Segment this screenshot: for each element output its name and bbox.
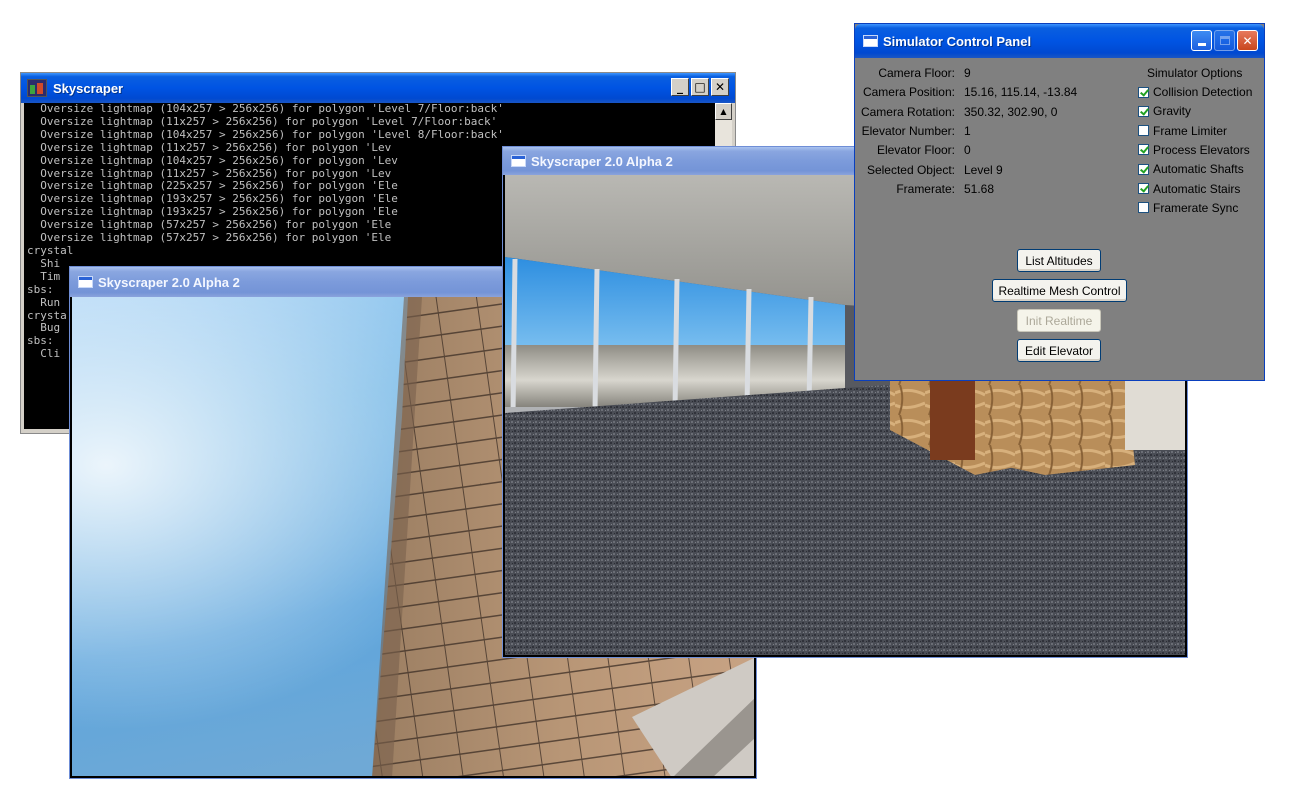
checkbox[interactable] xyxy=(1138,86,1149,98)
option-label: Frame Limiter xyxy=(1153,123,1228,138)
option-automatic-stairs[interactable]: Automatic Stairs xyxy=(1138,181,1240,197)
console-maximize-button[interactable]: □ xyxy=(691,78,709,96)
info-row: Camera Position: 15.16, 115.14, -13.84 xyxy=(855,85,1077,100)
window-icon xyxy=(78,276,93,288)
edit-elevator-button[interactable]: Edit Elevator xyxy=(1017,339,1101,362)
info-label: Elevator Number: xyxy=(861,123,955,138)
option-label: Automatic Stairs xyxy=(1153,181,1241,196)
info-value: 51.68 xyxy=(964,181,995,196)
option-label: Process Elevators xyxy=(1153,142,1250,157)
console-line: Oversize lightmap (104x257 > 256x256) fo… xyxy=(27,103,504,115)
info-row: Selected Object: Level 9 xyxy=(855,163,1003,178)
maximize-icon xyxy=(1219,36,1230,45)
simulator-control-panel[interactable]: Simulator Control Panel ✕ Camera Floor: 9… xyxy=(854,23,1265,381)
option-label: Framerate Sync xyxy=(1153,200,1239,215)
option-frame-limiter[interactable]: Frame Limiter xyxy=(1138,123,1227,139)
control-panel-titlebar[interactable]: Simulator Control Panel ✕ xyxy=(855,24,1264,58)
console-app-icon xyxy=(27,79,47,97)
checkbox[interactable] xyxy=(1138,163,1149,175)
option-gravity[interactable]: Gravity xyxy=(1138,103,1191,119)
option-collision-detection[interactable]: Collision Detection xyxy=(1138,84,1252,100)
render-window-2-title: Skyscraper 2.0 Alpha 2 xyxy=(531,153,673,169)
console-titlebar[interactable]: Skyscraper _ □ ✕ xyxy=(21,73,735,103)
info-value: 1 xyxy=(964,123,971,138)
option-automatic-shafts[interactable]: Automatic Shafts xyxy=(1138,161,1244,177)
console-title: Skyscraper xyxy=(53,80,124,96)
info-value: 0 xyxy=(964,143,971,158)
info-label: Selected Object: xyxy=(866,162,955,177)
option-framerate-sync[interactable]: Framerate Sync xyxy=(1138,200,1238,216)
render-window-1-title: Skyscraper 2.0 Alpha 2 xyxy=(98,274,240,290)
info-value: 350.32, 302.90, 0 xyxy=(964,104,1058,119)
init-realtime-button: Init Realtime xyxy=(1017,309,1101,332)
checkbox[interactable] xyxy=(1138,105,1149,117)
control-panel-content: Camera Floor: 9 Camera Position: 15.16, 115… xyxy=(855,58,1264,380)
window-icon xyxy=(511,155,526,167)
info-label: Camera Position: xyxy=(862,85,955,100)
info-row: Camera Floor: 9 xyxy=(855,66,970,81)
simulator-options-heading: Simulator Options xyxy=(1147,66,1243,80)
option-label: Gravity xyxy=(1153,104,1192,119)
checkbox[interactable] xyxy=(1138,202,1149,214)
minimize-icon xyxy=(1197,43,1206,46)
control-panel-maximize-button xyxy=(1214,30,1235,51)
checkbox[interactable] xyxy=(1138,144,1149,156)
info-row: Camera Rotation: 350.32, 302.90, 0 xyxy=(855,105,1057,120)
info-value: Level 9 xyxy=(964,162,1003,177)
scroll-up-arrow-icon[interactable]: ▲ xyxy=(715,103,732,120)
info-label: Framerate: xyxy=(896,181,955,196)
list-altitudes-button[interactable]: List Altitudes xyxy=(1017,249,1101,272)
console-line: Oversize lightmap (11x257 > 256x256) for… xyxy=(27,114,498,128)
info-row: Elevator Floor: 0 xyxy=(855,143,971,158)
control-panel-title: Simulator Control Panel xyxy=(883,33,1032,49)
info-label: Elevator Floor: xyxy=(876,143,955,158)
checkbox[interactable] xyxy=(1138,183,1149,194)
console-minimize-button[interactable]: _ xyxy=(671,78,689,96)
checkbox[interactable] xyxy=(1138,125,1149,137)
control-panel-minimize-button[interactable] xyxy=(1191,30,1212,51)
info-label: Camera Floor: xyxy=(878,66,955,80)
info-row: Framerate: 51.68 xyxy=(855,182,994,197)
option-label: Automatic Shafts xyxy=(1153,162,1244,177)
option-label: Collision Detection xyxy=(1153,85,1253,99)
control-panel-close-button[interactable]: ✕ xyxy=(1237,30,1258,51)
info-row: Elevator Number: 1 xyxy=(855,124,971,139)
console-line: Oversize lightmap (104x257 > 256x256) fo… xyxy=(27,127,504,141)
info-value: 15.16, 115.14, -13.84 xyxy=(964,85,1078,100)
realtime-mesh-control-button[interactable]: Realtime Mesh Control xyxy=(992,279,1127,302)
info-value: 9 xyxy=(964,66,971,80)
option-process-elevators[interactable]: Process Elevators xyxy=(1138,142,1250,158)
window-icon xyxy=(863,35,878,47)
console-close-button[interactable]: ✕ xyxy=(711,78,729,96)
info-label: Camera Rotation: xyxy=(860,104,955,119)
